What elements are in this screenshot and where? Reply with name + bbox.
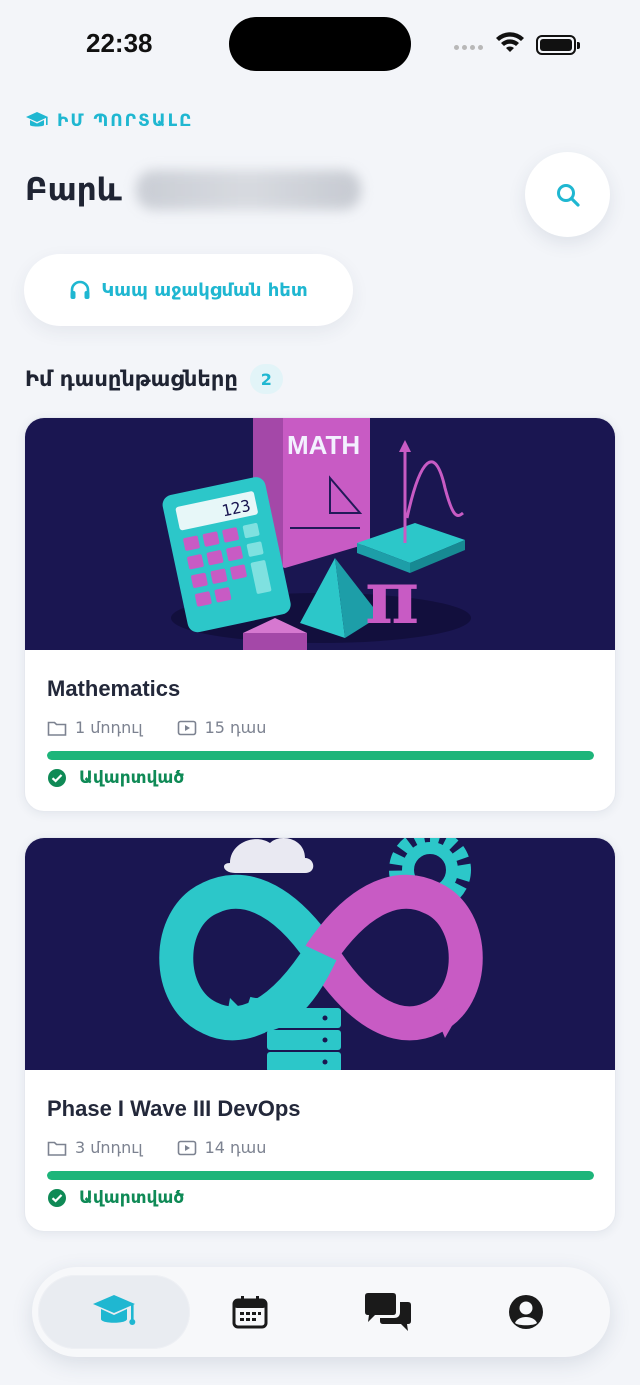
course-title: Phase I Wave III DevOps [47, 1096, 301, 1121]
course-status-label: Ավարտված [79, 768, 185, 788]
course-progress-fill [47, 751, 594, 760]
contact-support-label: Կապ աջակցման հետ [101, 279, 308, 301]
course-meta: 3 մոդուլ 14 դաս [47, 1138, 266, 1157]
tab-messages[interactable] [350, 1275, 426, 1349]
calendar-icon [232, 1296, 268, 1329]
status-bar: 22:38 [0, 0, 640, 90]
course-modules: 1 մոդուլ [75, 718, 143, 737]
course-meta: 1 մոդուլ 15 դաս [47, 718, 266, 737]
tab-courses[interactable] [38, 1275, 190, 1349]
check-circle-icon [48, 769, 66, 787]
portal-label-text: ԻՄ ՊՈՐՏԱԼԸ [57, 111, 194, 131]
course-progress-bar [47, 751, 594, 760]
check-circle-icon [48, 1189, 66, 1207]
book-math-label: MATH [287, 430, 360, 460]
course-card-devops[interactable]: Phase I Wave III DevOps 3 մոդուլ 14 դաս … [24, 837, 616, 1232]
headphones-icon [70, 280, 90, 299]
greeting-text: Բարև [25, 172, 122, 208]
folder-icon [47, 1141, 67, 1156]
course-cover-image [25, 838, 615, 1070]
course-progress-bar [47, 1171, 594, 1180]
portal-label: ԻՄ ՊՈՐՏԱԼԸ [25, 110, 193, 132]
cellular-signal-icon [454, 45, 483, 50]
battery-icon [536, 35, 580, 55]
user-name-redacted [135, 170, 361, 210]
play-icon [177, 1140, 196, 1155]
tab-profile[interactable] [488, 1275, 564, 1349]
course-status: Ավարտված [47, 1188, 184, 1208]
course-cover-image: MATH 123 π [25, 418, 615, 650]
course-progress-fill [47, 1171, 594, 1180]
wifi-icon [496, 32, 524, 52]
search-button[interactable] [525, 152, 610, 237]
greeting: Բարև [25, 170, 361, 210]
course-lessons: 14 դաս [204, 1138, 267, 1157]
search-icon [556, 183, 580, 207]
status-time: 22:38 [86, 28, 153, 58]
course-status: Ավարտված [47, 768, 184, 788]
course-title: Mathematics [47, 676, 181, 701]
course-modules: 3 մոդուլ [75, 1138, 143, 1157]
courses-count-badge: 2 [249, 364, 283, 394]
graduation-cap-icon [26, 112, 48, 127]
play-icon [177, 720, 196, 735]
folder-icon [47, 721, 67, 736]
course-lessons: 15 դաս [204, 718, 267, 737]
graduation-cap-icon [93, 1295, 136, 1325]
my-courses-header: Իմ դասընթացները 2 [25, 364, 283, 394]
bottom-tab-bar [32, 1267, 610, 1357]
course-status-label: Ավարտված [79, 1188, 185, 1208]
tab-calendar[interactable] [212, 1275, 288, 1349]
dynamic-island [229, 17, 411, 71]
chat-icon [365, 1293, 411, 1331]
my-courses-title: Իմ դասընթացները [25, 367, 238, 391]
contact-support-button[interactable]: Կապ աջակցման հետ [24, 254, 353, 326]
course-card-mathematics[interactable]: MATH 123 π Mathematics 1 մոդուլ 15 դաս Ա… [24, 417, 616, 812]
user-icon [509, 1295, 543, 1329]
